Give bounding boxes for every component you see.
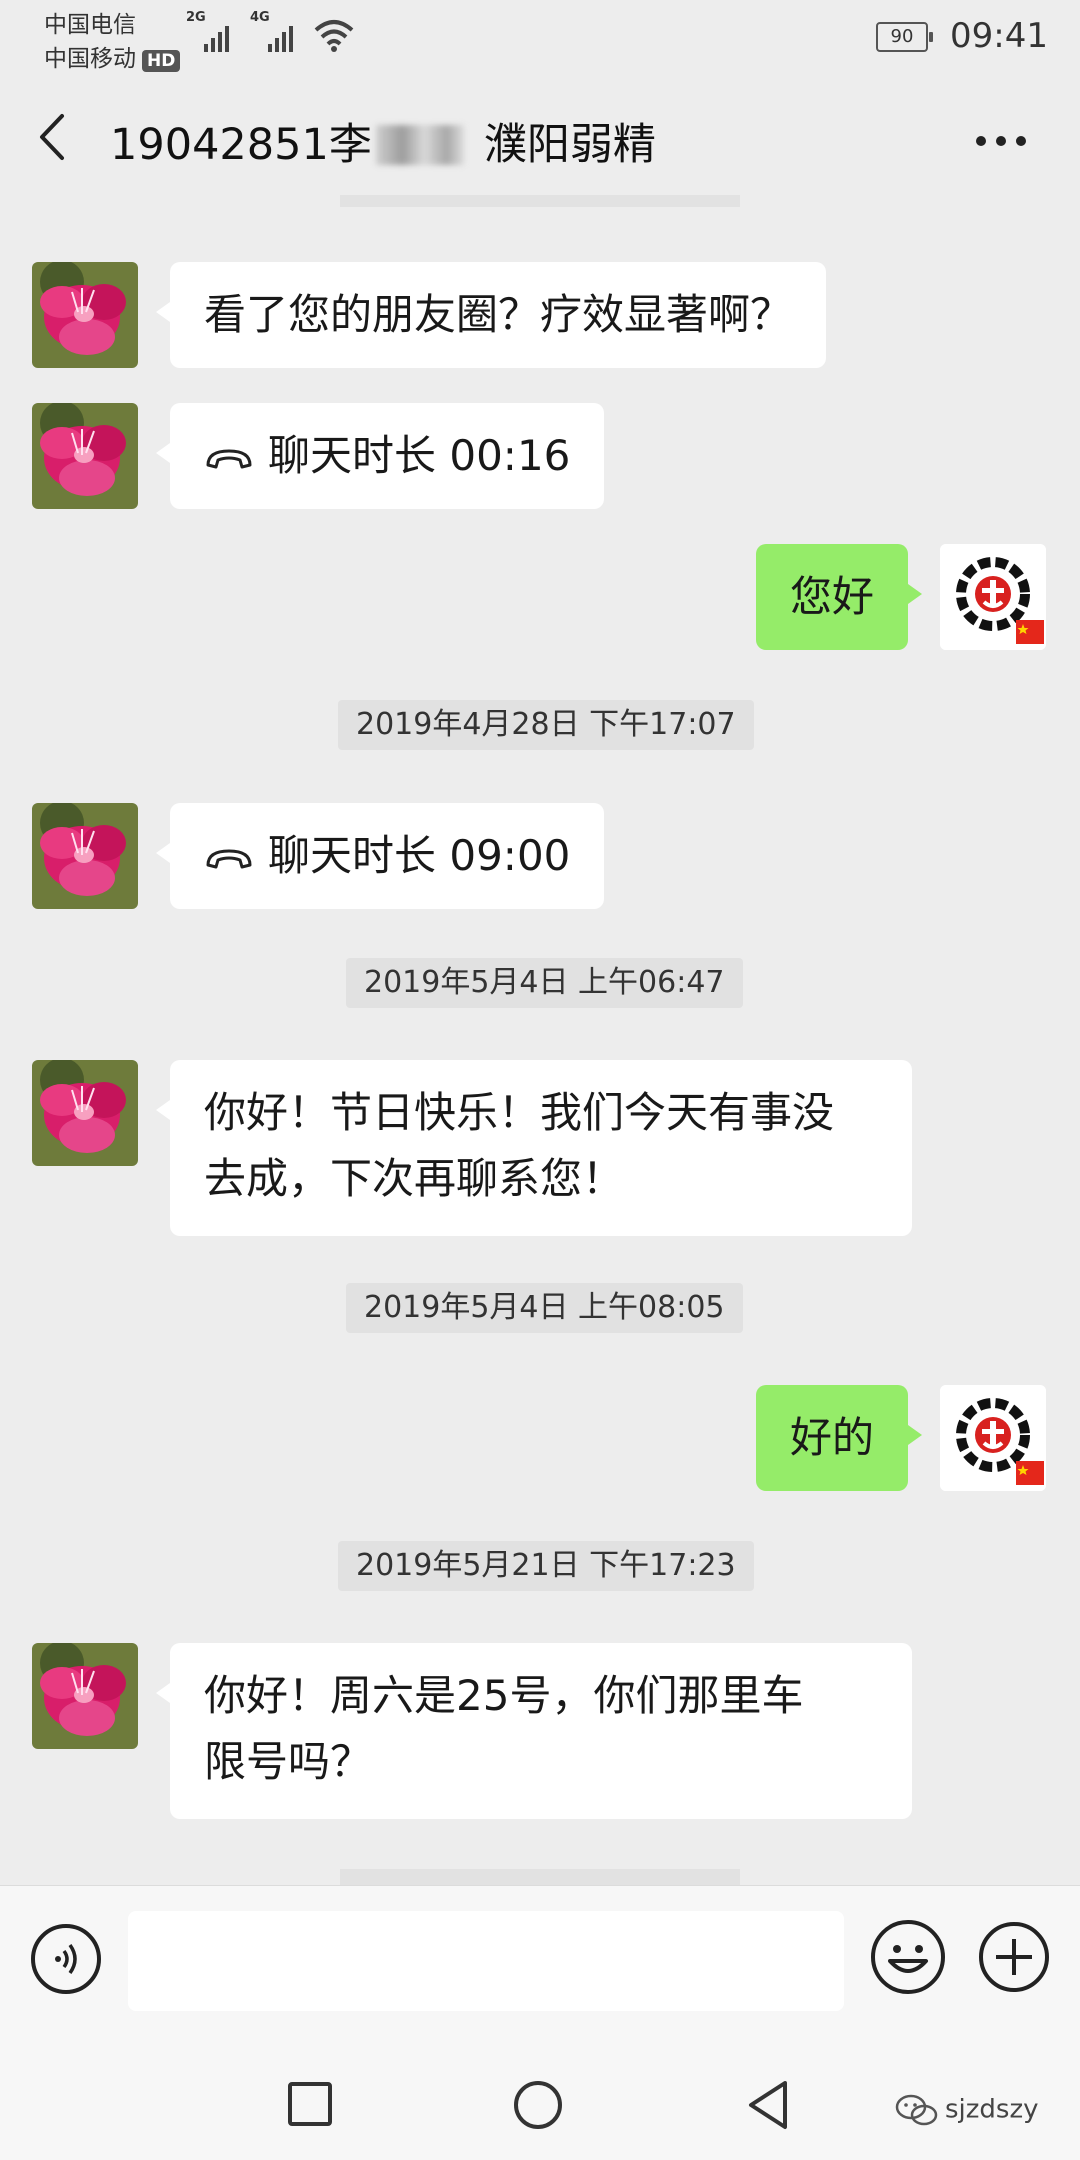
status-bar: 中国电信 中国移动 HD 2G 4G 90 09:41	[0, 0, 1080, 73]
contact-avatar[interactable]	[32, 803, 138, 909]
my-avatar[interactable]	[940, 544, 1046, 650]
flower-avatar-icon	[32, 403, 138, 509]
flower-avatar-icon	[32, 1643, 138, 1749]
signal-4g-label: 4G	[250, 10, 270, 25]
received-message[interactable]: 你好！周六是25号，你们那里车 限号吗？	[156, 1643, 912, 1819]
chat-title: 19042851李 濮阳弱精	[110, 110, 656, 172]
bagua-logo-icon	[940, 544, 1046, 650]
message-text-line: 你好！节日快乐！我们今天有事没	[204, 1088, 835, 1137]
message-text: 看了您的朋友圈？疗效显著啊？	[204, 290, 793, 339]
watermark-text: sjzdszy	[945, 2094, 1039, 2125]
wechat-logo-icon	[895, 2094, 938, 2126]
more-options-icon[interactable]	[975, 135, 1027, 147]
signal-bars-icon	[204, 26, 229, 52]
input-bar	[0, 1885, 1080, 2025]
watermark: sjzdszy	[895, 2093, 1039, 2127]
signal-bars-icon	[268, 26, 293, 52]
flower-avatar-icon	[32, 262, 138, 368]
message-text: 好的	[790, 1413, 875, 1462]
received-message[interactable]: 看了您的朋友圈？疗效显著啊？	[155, 262, 827, 368]
back-arrow-icon[interactable]	[36, 112, 66, 162]
flower-avatar-icon	[32, 803, 138, 909]
phone-handset-icon	[206, 849, 252, 868]
message-text-line: 限号吗？	[204, 1737, 373, 1786]
carrier-telecom: 中国电信	[44, 12, 136, 38]
carrier-mobile-label: 中国移动	[44, 46, 136, 72]
call-duration-text: 聊天时长 09:00	[268, 831, 571, 880]
my-avatar[interactable]	[940, 1385, 1046, 1491]
bagua-logo-icon	[940, 1385, 1046, 1491]
message-text-line: 去成，下次再聊系您！	[204, 1154, 625, 1203]
voice-input-icon[interactable]	[30, 1923, 102, 1995]
timestamp-label: 2019年5月4日 上午06:47	[346, 958, 743, 1008]
partial-timestamp	[340, 195, 740, 207]
plus-icon[interactable]	[978, 1921, 1050, 1993]
timestamp-label: 2019年4月28日 下午17:07	[338, 700, 754, 750]
message-list[interactable]: 看了您的朋友圈？疗效显著啊？ 聊天时长 00:16 您好 2019年4月28日 …	[0, 195, 1080, 1885]
hd-badge: HD	[142, 50, 181, 72]
received-message[interactable]: 你好！节日快乐！我们今天有事没 去成，下次再聊系您！	[156, 1060, 912, 1236]
timestamp-label: 2019年5月4日 上午08:05	[346, 1283, 743, 1333]
chat-header: 19042851李 濮阳弱精	[0, 80, 1080, 195]
wifi-icon	[314, 20, 354, 52]
sent-message[interactable]: 您好	[756, 544, 923, 650]
chat-title-id: 19042851李	[110, 120, 372, 170]
system-nav-bar: sjzdszy	[0, 2025, 1080, 2160]
timestamp-label: 2019年5月21日 下午17:23	[338, 1541, 754, 1591]
chat-title-name: 濮阳弱精	[483, 120, 656, 170]
contact-avatar[interactable]	[32, 1060, 138, 1166]
partial-timestamp	[340, 1869, 740, 1885]
emoji-icon[interactable]	[870, 1919, 946, 1995]
recent-apps-icon[interactable]	[287, 2081, 333, 2127]
contact-avatar[interactable]	[32, 262, 138, 368]
contact-avatar[interactable]	[32, 1643, 138, 1749]
nav-back-icon[interactable]	[745, 2079, 791, 2131]
call-duration-text: 聊天时长 00:16	[268, 431, 571, 480]
carrier-mobile: 中国移动 HD	[44, 39, 181, 73]
call-duration-message[interactable]: 聊天时长 09:00	[155, 803, 605, 909]
battery-indicator: 90	[876, 22, 933, 52]
sent-message[interactable]: 好的	[756, 1385, 923, 1491]
contact-avatar[interactable]	[32, 403, 138, 509]
phone-handset-icon	[206, 449, 252, 468]
signal-2g-label: 2G	[186, 10, 206, 25]
message-input[interactable]	[128, 1911, 844, 2011]
message-text: 您好	[790, 572, 875, 621]
flower-avatar-icon	[32, 1060, 138, 1166]
message-text-line: 你好！周六是25号，你们那里车	[204, 1671, 804, 1720]
blurred-name	[375, 125, 464, 165]
home-icon[interactable]	[512, 2079, 564, 2131]
call-duration-message[interactable]: 聊天时长 00:16	[155, 403, 605, 509]
chat-screen: 中国电信 中国移动 HD 2G 4G 90 09:41 19042851李 濮阳…	[0, 0, 1080, 2160]
status-clock: 09:41	[950, 16, 1048, 56]
